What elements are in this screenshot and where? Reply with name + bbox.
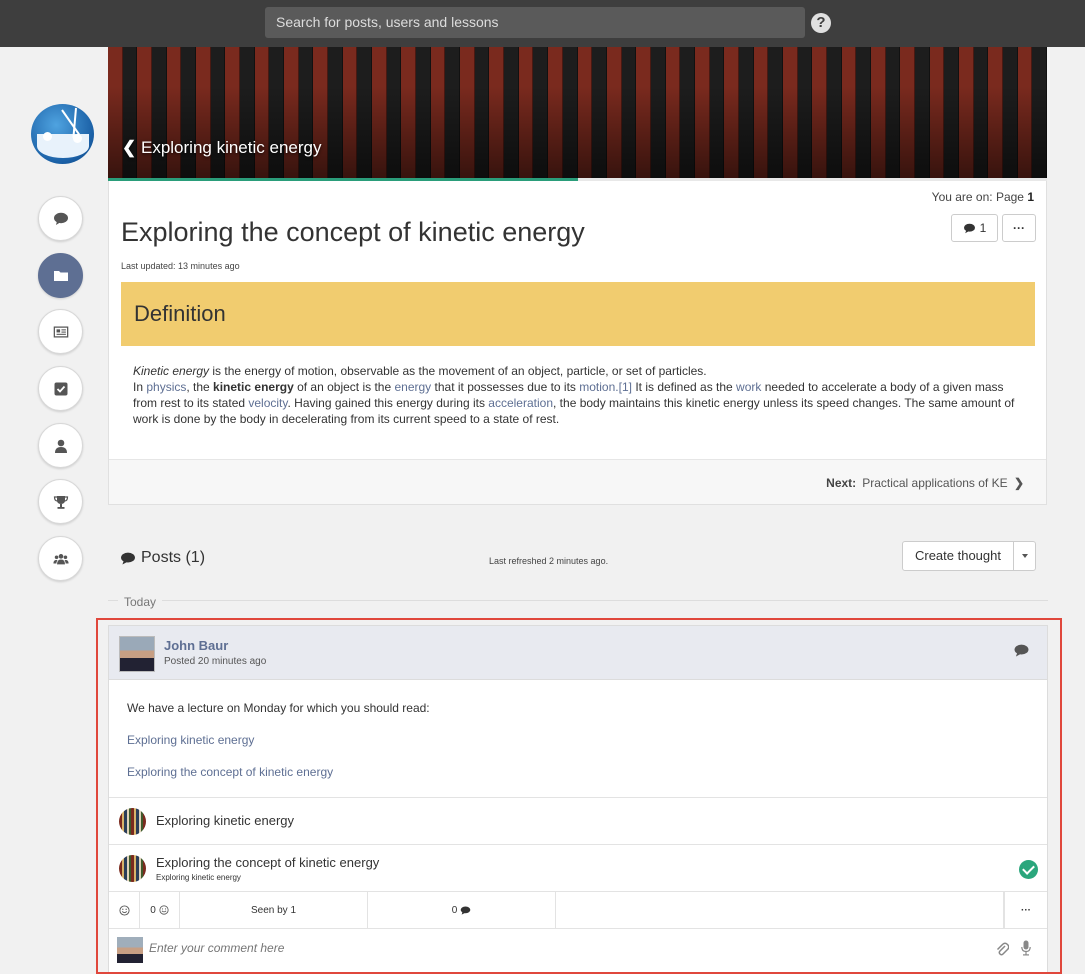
date-divider	[108, 600, 1048, 601]
reference-link[interactable]: .[1]	[615, 380, 632, 394]
link-acceleration[interactable]: acceleration	[488, 396, 553, 410]
next-page-link[interactable]: Next: Practical applications of KE ❯	[826, 476, 1024, 490]
selection-highlight	[96, 618, 1062, 974]
back-link[interactable]: ❮ Exploring kinetic energy	[122, 138, 321, 158]
definition-callout: Definition	[121, 282, 1035, 346]
help-icon[interactable]: ?	[811, 13, 831, 33]
link-motion[interactable]: motion	[579, 380, 615, 394]
next-page-title: Practical applications of KE	[862, 476, 1008, 490]
top-bar: Search for posts, users and lessons ?	[0, 0, 1085, 47]
last-updated: Last updated: 13 minutes ago	[121, 261, 240, 271]
page-location: You are on: Page 1	[932, 190, 1034, 204]
create-thought-dropdown[interactable]	[1014, 542, 1035, 570]
speech-bubble-icon	[963, 223, 975, 233]
sidebar-folders-button[interactable]	[38, 253, 83, 298]
back-link-label: Exploring kinetic energy	[140, 138, 322, 157]
text: that it possesses due to its	[431, 380, 580, 394]
term-emphasis: Kinetic energy	[133, 364, 210, 378]
folder-icon	[53, 270, 68, 281]
speech-bubble-icon	[53, 212, 68, 225]
user-icon	[54, 439, 67, 453]
posts-heading: Posts (1)	[120, 549, 205, 567]
speech-bubble-icon	[121, 552, 135, 565]
posts-title: Posts (1)	[141, 549, 206, 566]
search-input[interactable]: Search for posts, users and lessons	[265, 7, 805, 38]
text: In	[133, 380, 147, 394]
trophy-icon	[53, 495, 68, 509]
newspaper-icon	[53, 325, 68, 338]
page-number: 1	[1027, 190, 1034, 204]
sidebar-groups-button[interactable]	[38, 536, 83, 581]
paragraph-1: Kinetic energy is the energy of motion, …	[133, 363, 1023, 379]
chevron-left-icon: ❮	[122, 138, 137, 157]
lesson-body: Kinetic energy is the energy of motion, …	[133, 363, 1023, 427]
link-physics[interactable]: physics	[146, 380, 186, 394]
comments-count: 1	[979, 221, 987, 235]
text: , the	[186, 380, 214, 394]
page-title: Exploring the concept of kinetic energy	[121, 217, 585, 247]
group-icon	[52, 553, 69, 564]
text: is the energy of motion, observable as t…	[209, 364, 707, 378]
comments-button[interactable]: 1	[951, 214, 998, 242]
lesson-card: You are on: Page 1 1 ··· Exploring the c…	[108, 181, 1047, 505]
text: of an object is the	[293, 380, 395, 394]
last-refreshed: Last refreshed 2 minutes ago.	[489, 556, 609, 566]
create-thought-label[interactable]: Create thought	[903, 542, 1014, 570]
sidebar-tasks-button[interactable]	[38, 366, 83, 411]
link-work[interactable]: work	[736, 380, 761, 394]
checkbox-icon	[54, 382, 67, 395]
link-energy[interactable]: energy	[394, 380, 431, 394]
more-options-button[interactable]: ···	[1002, 214, 1036, 242]
sidebar-achievements-button[interactable]	[38, 479, 83, 524]
text: . Having gained this energy during its	[287, 396, 489, 410]
definition-heading: Definition	[134, 301, 226, 326]
sidebar-profile-button[interactable]	[38, 423, 83, 468]
card-footer: Next: Practical applications of KE ❯	[109, 459, 1046, 504]
app-logo[interactable]	[31, 104, 94, 164]
date-label: Today	[118, 595, 163, 609]
page-location-label: You are on: Page	[931, 190, 1028, 204]
caret-down-icon	[1021, 554, 1028, 558]
lesson-banner: ❮ Exploring kinetic energy	[108, 47, 1047, 178]
next-label: Next:	[826, 476, 857, 490]
sidebar-messages-button[interactable]	[38, 196, 83, 241]
bold-term: kinetic energy	[213, 380, 294, 394]
create-thought-button[interactable]: Create thought	[902, 541, 1036, 571]
link-velocity[interactable]: velocity	[248, 396, 287, 410]
chevron-right-icon: ❯	[1013, 476, 1024, 490]
text: It is defined as the	[631, 380, 737, 394]
paragraph-2: In physics, the kinetic energy of an obj…	[133, 379, 1023, 427]
sidebar-news-button[interactable]	[38, 309, 83, 354]
